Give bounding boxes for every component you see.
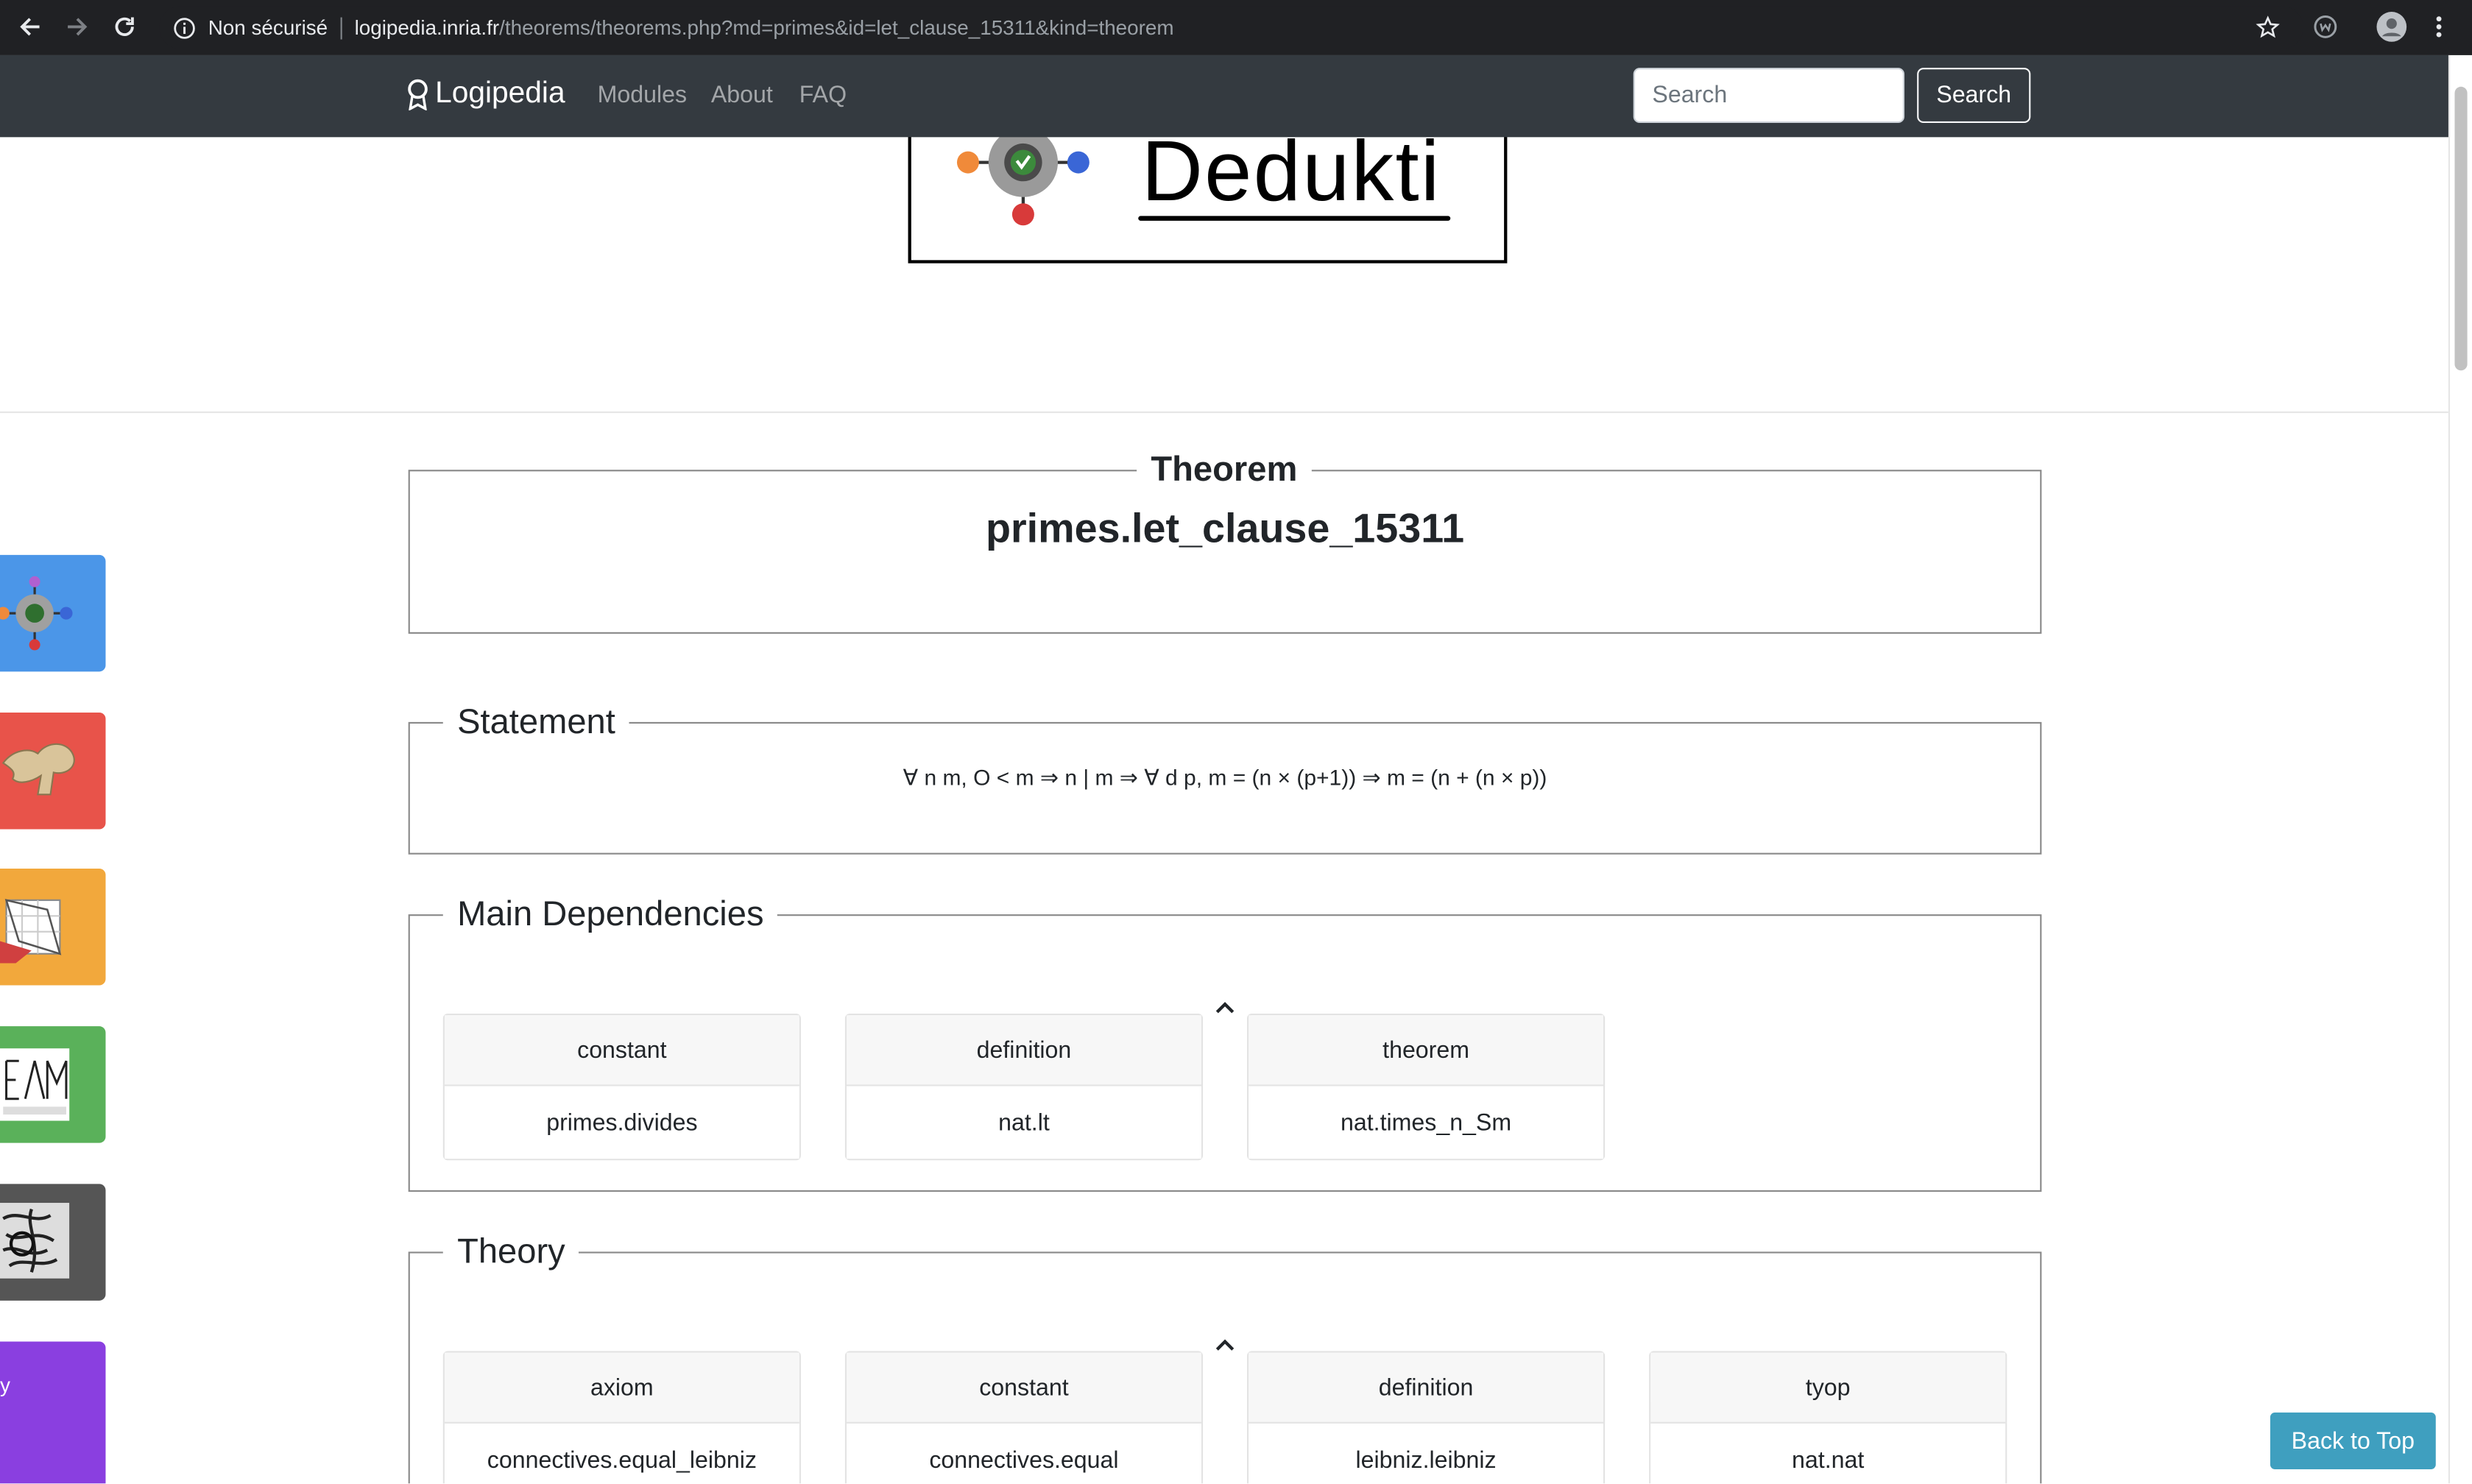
main-dependencies-panel: Main Dependencies constant primes.divide…: [408, 892, 2042, 1192]
scrollbar-thumb[interactable]: [2454, 86, 2468, 371]
url-text: logipedia.inria.fr/theorems/theorems.php…: [355, 15, 1174, 39]
search-input[interactable]: [1633, 68, 1905, 124]
card-value[interactable]: connectives.equal: [847, 1423, 1201, 1484]
statement-formula: ∀ n m, O < m ⇒ n | m ⇒ ∀ d p, m = (n × (…: [903, 764, 1547, 790]
card-value[interactable]: primes.divides: [444, 1086, 799, 1159]
statement-panel: Statement ∀ n m, O < m ⇒ n | m ⇒ ∀ d p, …: [408, 699, 2042, 855]
reload-icon[interactable]: [109, 11, 141, 43]
theory-legend: Theory: [442, 1229, 580, 1274]
card-value[interactable]: leibniz.leibniz: [1249, 1423, 1604, 1484]
forward-arrow-icon[interactable]: [62, 11, 93, 43]
theory-card[interactable]: definition leibniz.leibniz: [1247, 1351, 1606, 1484]
url-host: logipedia.inria.fr: [354, 15, 500, 40]
card-kind: axiom: [444, 1352, 799, 1424]
brand-link[interactable]: Logipedia: [407, 74, 565, 116]
card-value[interactable]: nat.lt: [847, 1086, 1201, 1159]
dependency-card[interactable]: definition nat.lt: [844, 1014, 1204, 1161]
chevron-up-icon[interactable]: [1214, 1000, 1236, 1015]
browser-toolbar: Non sécurisé logipedia.inria.fr/theorems…: [0, 0, 2472, 55]
card-kind: constant: [444, 1015, 799, 1086]
dedukti-icon: [0, 576, 73, 651]
theorem-name: primes.let_clause_15311: [985, 504, 1465, 552]
nav-about[interactable]: About: [711, 82, 773, 108]
back-arrow-icon[interactable]: [14, 11, 46, 43]
card-kind: tyop: [1650, 1352, 2006, 1424]
card-kind: theorem: [1249, 1015, 1604, 1086]
side-tab-purple[interactable]: y: [0, 1341, 106, 1484]
bookmark-star-icon[interactable]: [2251, 11, 2283, 43]
nav-faq[interactable]: FAQ: [799, 82, 847, 108]
statement-legend: Statement: [442, 699, 630, 744]
section-divider: [0, 411, 2448, 414]
card-kind: constant: [847, 1352, 1201, 1424]
main-dependencies-legend: Main Dependencies: [442, 892, 778, 937]
side-tab-dedukti[interactable]: [0, 554, 106, 672]
chevron-up-icon[interactable]: [1214, 1337, 1236, 1352]
profile-avatar-icon[interactable]: [2376, 11, 2407, 43]
site-navbar: Logipedia Modules About FAQ Search: [0, 54, 2448, 138]
theory-panel: Theory axiom connectives.equal_leibniz c…: [408, 1229, 2042, 1484]
theory-card[interactable]: tyop nat.nat: [1649, 1351, 2007, 1484]
nav-modules[interactable]: Modules: [598, 82, 687, 108]
theorem-legend: Theorem: [1137, 448, 1312, 492]
side-tab-purple-label: y: [0, 1373, 10, 1397]
logo-underline: [1138, 216, 1451, 221]
info-icon[interactable]: [174, 16, 196, 38]
brand-text: Logipedia: [435, 77, 565, 110]
back-to-top-button[interactable]: Back to Top: [2270, 1412, 2436, 1469]
side-tab-red[interactable]: [0, 713, 106, 830]
side-tab-orange[interactable]: [0, 869, 106, 986]
side-tab-dark[interactable]: [0, 1184, 106, 1301]
kebab-menu-icon[interactable]: [2423, 11, 2455, 43]
geometry-icon: [0, 899, 62, 964]
page-scrollbar[interactable]: [2448, 54, 2472, 1484]
dependency-card[interactable]: theorem nat.times_n_Sm: [1247, 1014, 1606, 1161]
url-path: /theorems/theorems.php?md=primes&id=let_…: [499, 15, 1174, 40]
logo-wordmark: Dedukti: [1141, 124, 1441, 219]
theorem-panel: Theorem primes.let_clause_15311: [408, 448, 2042, 634]
card-value[interactable]: nat.times_n_Sm: [1249, 1086, 1604, 1159]
extension-icon[interactable]: [2309, 11, 2341, 43]
card-kind: definition: [847, 1015, 1201, 1086]
card-kind: definition: [1249, 1352, 1604, 1424]
search-button[interactable]: Search: [1917, 68, 2031, 124]
theory-card[interactable]: constant connectives.equal: [844, 1351, 1204, 1484]
creature-icon: [1, 743, 75, 796]
dependency-card[interactable]: constant primes.divides: [442, 1014, 801, 1161]
theory-card[interactable]: axiom connectives.equal_leibniz: [442, 1351, 801, 1484]
side-tab-green[interactable]: [0, 1026, 106, 1143]
card-value[interactable]: connectives.equal_leibniz: [444, 1423, 799, 1484]
theorem-prover-icon: [0, 1048, 70, 1121]
card-value[interactable]: nat.nat: [1650, 1423, 2006, 1484]
engraving-icon: [0, 1203, 70, 1279]
address-separator: [340, 16, 342, 39]
security-label: Non sécurisé: [208, 15, 328, 40]
award-icon: [408, 79, 428, 110]
address-bar[interactable]: Non sécurisé logipedia.inria.fr/theorems…: [159, 6, 2303, 49]
